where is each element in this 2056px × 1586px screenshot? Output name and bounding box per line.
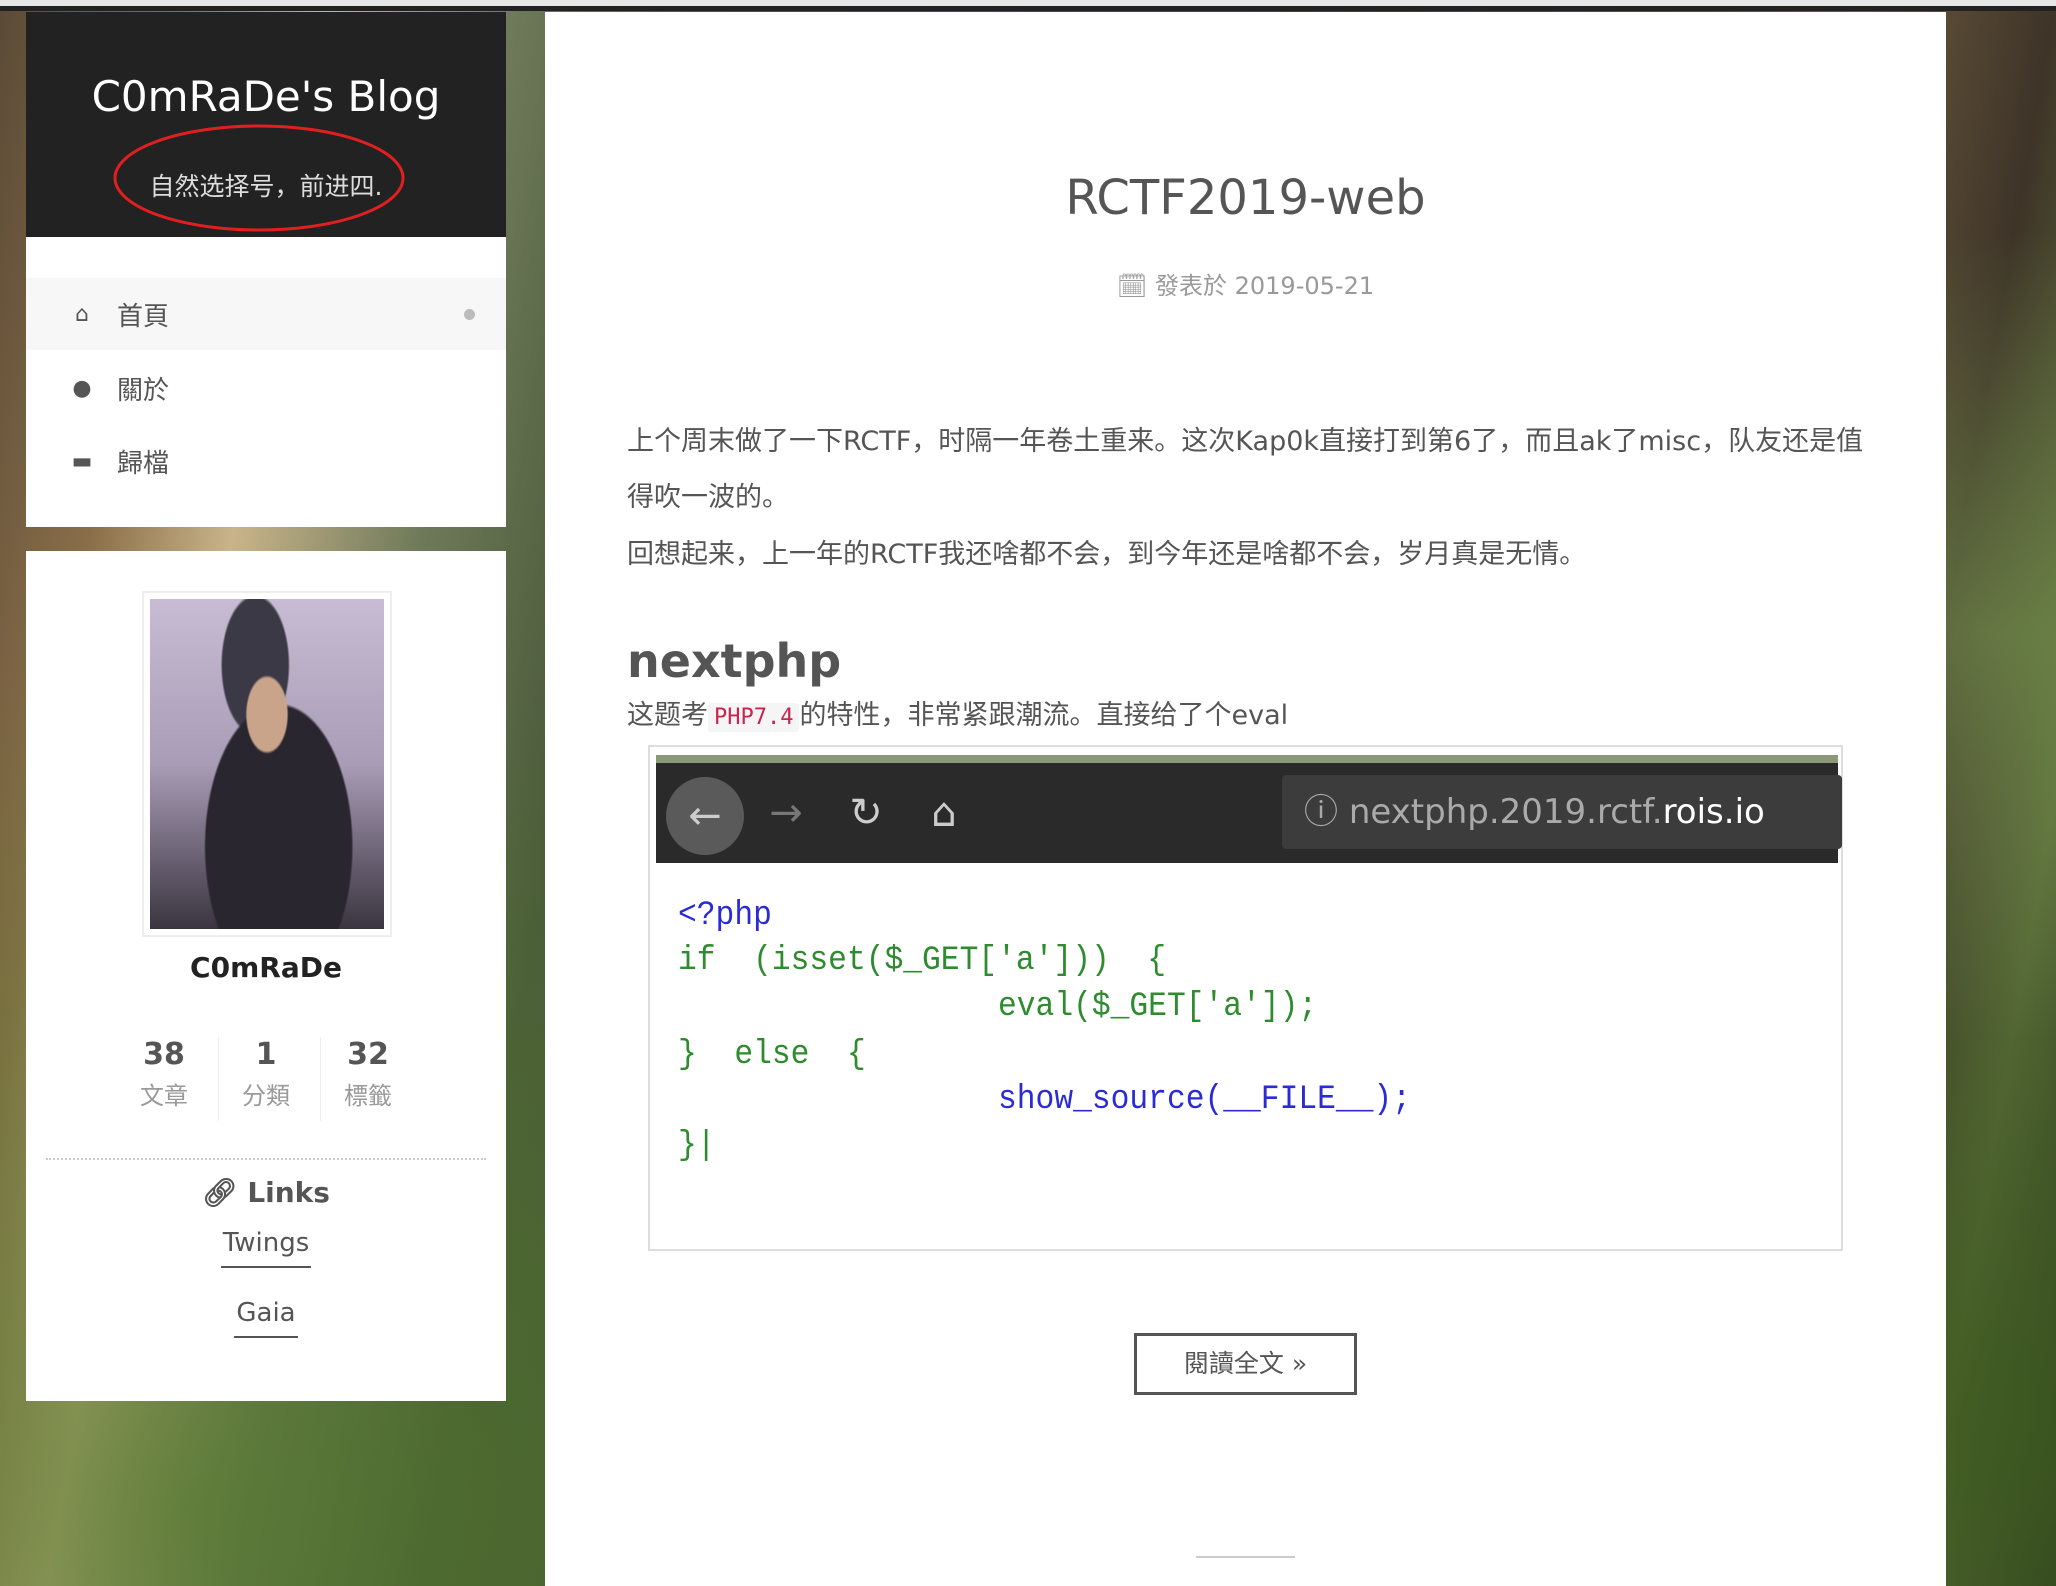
stat-categories[interactable]: 1 分類 bbox=[215, 1037, 317, 1111]
home-icon: ⌂ bbox=[75, 301, 89, 327]
inline-code: PHP7.4 bbox=[708, 703, 800, 732]
site-header: C0mRaDe's Blog 自然选择号，前进四. bbox=[26, 12, 506, 237]
red-ellipse-annotation bbox=[113, 124, 405, 232]
post-date: 2019-05-21 bbox=[1234, 272, 1375, 300]
top-line bbox=[0, 6, 2056, 11]
reload-icon: ↻ bbox=[849, 790, 883, 836]
code-line: eval($_GET['a']); bbox=[998, 988, 1318, 1026]
menu-item-home[interactable]: ⌂ 首頁 bbox=[26, 278, 506, 350]
link-icon: 🔗︎ bbox=[202, 1176, 248, 1209]
link-gaia[interactable]: Gaia bbox=[26, 1298, 506, 1338]
menu-label: 歸檔 bbox=[117, 448, 170, 479]
url-bar: ⓘ nextphp.2019.rctf.rois.io bbox=[1282, 775, 1842, 849]
dotted-divider bbox=[46, 1158, 486, 1160]
link-twings[interactable]: Twings bbox=[26, 1228, 506, 1268]
archive-icon: ▬ bbox=[71, 448, 93, 474]
code-line: }| bbox=[678, 1127, 716, 1165]
code-line: if (isset($_GET['a'])) { bbox=[678, 942, 1167, 980]
code-screenshot: ← → ↻ ⌂ ⓘ nextphp.2019.rctf.rois.io <?ph… bbox=[648, 745, 1843, 1251]
sidebar-menu: ⌂ 首頁 ● 關於 ▬ 歸檔 bbox=[26, 237, 506, 527]
info-icon: ⓘ bbox=[1304, 792, 1349, 832]
read-more-button[interactable]: 閱讀全文 » bbox=[1134, 1333, 1357, 1395]
menu-item-about[interactable]: ● 關於 bbox=[26, 352, 506, 424]
active-dot bbox=[464, 308, 475, 320]
code-line: show_source(__FILE__); bbox=[998, 1081, 1411, 1119]
main-content: RCTF2019-web 🗓︎ 發表於 2019-05-21 上个周末做了一下R… bbox=[545, 12, 1946, 1586]
code-line: <?php bbox=[678, 897, 772, 935]
site-title[interactable]: C0mRaDe's Blog bbox=[26, 72, 506, 121]
stat-posts[interactable]: 38 文章 bbox=[113, 1037, 215, 1111]
links-title: 🔗︎ Links bbox=[202, 1176, 330, 1209]
paragraph: 这题考 PHP7.4 的特性，非常紧跟潮流。直接给了个eval bbox=[627, 700, 1289, 732]
post-end-divider bbox=[1196, 1556, 1295, 1558]
home-icon: ⌂ bbox=[931, 790, 957, 836]
post-meta: 🗓︎ 發表於 2019-05-21 bbox=[1116, 272, 1375, 300]
author-name: C0mRaDe bbox=[190, 951, 342, 984]
section-heading: nextphp bbox=[627, 634, 842, 688]
calendar-icon: 🗓︎ bbox=[1116, 272, 1155, 300]
paragraph: 回想起来，上一年的RCTF我还啥都不会，到今年还是啥都不会，岁月真是无情。 bbox=[627, 539, 1587, 570]
post-title[interactable]: RCTF2019-web bbox=[545, 170, 1946, 226]
code-line: } else { bbox=[678, 1036, 866, 1074]
paragraph: 上个周末做了一下RCTF，时隔一年卷土重来。这次Kap0k直接打到第6了，而且a… bbox=[627, 426, 1864, 513]
user-icon: ● bbox=[72, 375, 92, 401]
menu-label: 關於 bbox=[117, 375, 170, 406]
profile-panel: C0mRaDe 38 文章 1 分類 32 標籤 🔗︎ Links Twings Ga… bbox=[26, 551, 506, 1401]
menu-item-archive[interactable]: ▬ 歸檔 bbox=[26, 425, 506, 497]
menu-label: 首頁 bbox=[117, 301, 170, 332]
back-arrow-icon: ← bbox=[666, 777, 744, 855]
stat-tags[interactable]: 32 標籤 bbox=[317, 1037, 419, 1111]
browser-toolbar: ← → ↻ ⌂ ⓘ nextphp.2019.rctf.rois.io bbox=[656, 755, 1842, 863]
forward-arrow-icon: → bbox=[769, 790, 803, 836]
avatar bbox=[142, 591, 392, 937]
